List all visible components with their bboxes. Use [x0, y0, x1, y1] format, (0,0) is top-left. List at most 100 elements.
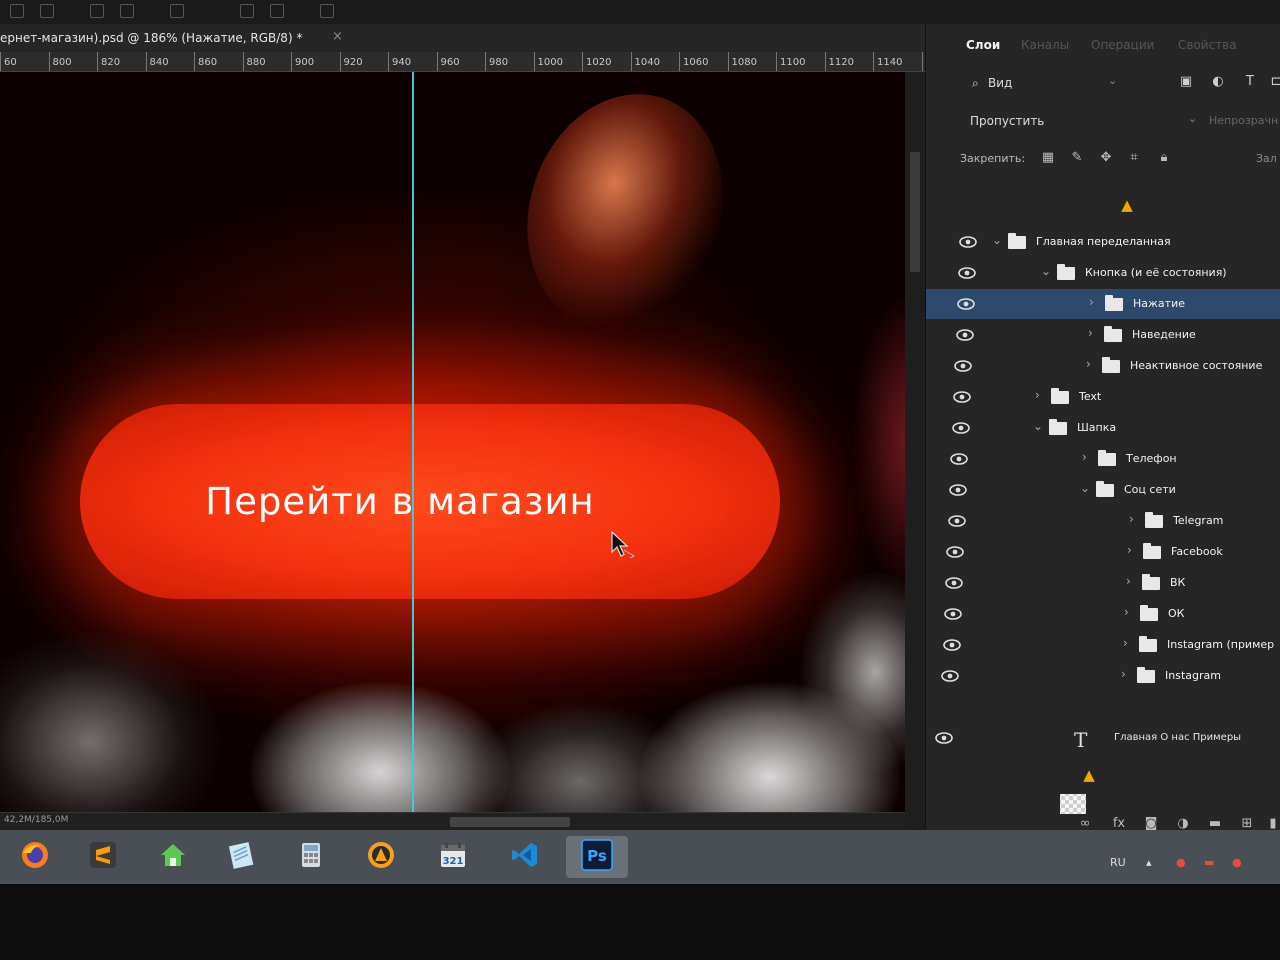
- document-tab[interactable]: ернет-магазин).psd @ 186% (Нажатие, RGB/…: [0, 24, 940, 52]
- layer-row[interactable]: › Instagram (пример: [926, 630, 1280, 660]
- eye-icon[interactable]: [957, 265, 977, 279]
- canvas-vertical-scrollbar[interactable]: [905, 72, 925, 830]
- horizontal-ruler[interactable]: 60 800 820 840 860 880 900 920 940 960 980 1000 1020…: [0, 52, 940, 72]
- ruler-tick-label: 1120: [828, 57, 854, 68]
- chevron-right-icon[interactable]: ›: [1127, 543, 1132, 557]
- lock-all-icon[interactable]: 🔒︎: [1156, 150, 1172, 166]
- lock-pixels-icon[interactable]: ✎: [1069, 150, 1085, 166]
- eye-icon[interactable]: [943, 606, 963, 620]
- media-player-classic-taskbar-button[interactable]: 321: [432, 836, 474, 878]
- eye-icon[interactable]: [952, 389, 972, 403]
- layer-row[interactable]: ⌄ Главная переделанная: [926, 227, 1280, 257]
- tray-app-icon[interactable]: ●: [1176, 856, 1186, 869]
- firefox-taskbar-button[interactable]: [14, 836, 56, 878]
- chevron-right-icon[interactable]: ›: [1123, 636, 1128, 650]
- eye-icon[interactable]: [948, 482, 968, 496]
- eye-icon[interactable]: [955, 327, 975, 341]
- lock-artboard-icon[interactable]: ⌗: [1126, 150, 1142, 166]
- eye-icon[interactable]: [953, 358, 973, 372]
- tab-channels[interactable]: Каналы: [1021, 38, 1069, 52]
- layer-row[interactable]: › Text: [926, 382, 1280, 412]
- type-filter-icon[interactable]: T: [1242, 74, 1258, 90]
- vscode-taskbar-button[interactable]: [504, 836, 546, 878]
- blend-mode-select[interactable]: Пропустить: [970, 114, 1044, 128]
- layer-row[interactable]: › Instagram: [926, 661, 1280, 691]
- notepad-taskbar-button[interactable]: [220, 836, 262, 878]
- scrollbar-thumb[interactable]: [910, 152, 920, 272]
- lock-transparency-icon[interactable]: ▦: [1040, 150, 1056, 166]
- option-toggle-icon[interactable]: [240, 4, 254, 18]
- horizontal-scrollbar-thumb[interactable]: [450, 817, 570, 827]
- go-to-shop-button[interactable]: Перейти в магазин: [80, 404, 780, 599]
- layer-row-text-nav[interactable]: T Главная О нас Примеры: [926, 724, 1280, 754]
- option-toggle-icon[interactable]: [320, 4, 334, 18]
- calculator-taskbar-button[interactable]: [290, 836, 332, 878]
- layer-row[interactable]: ⌄ Соц сети: [926, 475, 1280, 505]
- option-toggle-icon[interactable]: [10, 4, 24, 18]
- eye-icon[interactable]: [956, 296, 976, 310]
- image-filter-icon[interactable]: ▣: [1178, 74, 1194, 90]
- chevron-down-icon[interactable]: ⌄: [1188, 112, 1197, 125]
- close-icon[interactable]: ×: [332, 29, 343, 44]
- aimp-taskbar-button[interactable]: [360, 836, 402, 878]
- option-toggle-icon[interactable]: [120, 4, 134, 18]
- folder-icon: [1137, 667, 1155, 683]
- layer-row[interactable]: › Наведение: [926, 320, 1280, 350]
- eye-icon[interactable]: [942, 637, 962, 651]
- lock-position-icon[interactable]: ✥: [1098, 150, 1114, 166]
- layer-row[interactable]: › Telegram: [926, 506, 1280, 536]
- layer-row[interactable]: › Неактивное состояние: [926, 351, 1280, 381]
- layer-name: Главная О нас Примеры: [1114, 732, 1242, 743]
- chevron-right-icon[interactable]: ›: [1126, 574, 1131, 588]
- chevron-right-icon[interactable]: ›: [1088, 326, 1093, 340]
- chevron-right-icon[interactable]: ›: [1089, 295, 1094, 309]
- chevron-right-icon[interactable]: ›: [1124, 605, 1129, 619]
- eye-icon[interactable]: [951, 420, 971, 434]
- layer-row[interactable]: › Facebook: [926, 537, 1280, 567]
- ruler-tick-mark: [97, 52, 98, 71]
- eye-icon[interactable]: [949, 451, 969, 465]
- sublime-text-taskbar-button[interactable]: [82, 836, 124, 878]
- option-toggle-icon[interactable]: [270, 4, 284, 18]
- option-toggle-icon[interactable]: [170, 4, 184, 18]
- chevron-right-icon[interactable]: ›: [1129, 512, 1134, 526]
- tray-app-icon[interactable]: ▬: [1204, 856, 1214, 869]
- eye-icon[interactable]: [940, 668, 960, 682]
- chevron-down-icon[interactable]: ⌄: [1108, 74, 1117, 87]
- keyboard-language-indicator[interactable]: RU: [1110, 856, 1126, 869]
- chevron-down-icon[interactable]: ⌄: [1080, 481, 1090, 495]
- chevron-right-icon[interactable]: ›: [1086, 357, 1091, 371]
- layer-row[interactable]: › ОК: [926, 599, 1280, 629]
- tab-actions[interactable]: Операции: [1091, 38, 1154, 52]
- tray-chevron-up-icon[interactable]: ▴: [1146, 856, 1152, 869]
- chevron-down-icon[interactable]: ⌄: [1033, 419, 1043, 433]
- tray-app-icon[interactable]: ●: [1232, 856, 1242, 869]
- vertical-guide[interactable]: [412, 72, 414, 812]
- tab-layers[interactable]: Слои: [966, 38, 1000, 52]
- option-toggle-icon[interactable]: [40, 4, 54, 18]
- eye-icon[interactable]: [944, 575, 964, 589]
- chevron-right-icon[interactable]: ›: [1121, 667, 1126, 681]
- shape-filter-icon[interactable]: ⊏: [1268, 74, 1280, 90]
- layer-row[interactable]: ⌄ Шапка: [926, 413, 1280, 443]
- chevron-right-icon[interactable]: ›: [1035, 388, 1040, 402]
- option-toggle-icon[interactable]: [90, 4, 104, 18]
- layer-row[interactable]: › ВК: [926, 568, 1280, 598]
- folder-icon: [1143, 543, 1161, 559]
- eye-icon[interactable]: [945, 544, 965, 558]
- filter-kind-select[interactable]: Вид: [988, 76, 1012, 90]
- adjustment-filter-icon[interactable]: ◐: [1210, 74, 1226, 90]
- home-taskbar-button[interactable]: [152, 836, 194, 878]
- eye-icon[interactable]: [958, 234, 978, 248]
- chevron-down-icon[interactable]: ⌄: [1041, 264, 1051, 278]
- chevron-right-icon[interactable]: ›: [1082, 450, 1087, 464]
- eye-icon[interactable]: [934, 731, 954, 745]
- photoshop-taskbar-button[interactable]: Ps: [566, 836, 628, 878]
- chevron-down-icon[interactable]: ⌄: [992, 233, 1002, 247]
- layer-row[interactable]: ⌄ Кнопка (и её состояния): [926, 258, 1280, 288]
- layer-row[interactable]: › Телефон: [926, 444, 1280, 474]
- document-canvas[interactable]: Перейти в магазин: [0, 72, 905, 812]
- layer-row[interactable]: › Нажатие: [926, 289, 1280, 319]
- tab-properties[interactable]: Свойства: [1178, 38, 1237, 52]
- eye-icon[interactable]: [947, 513, 967, 527]
